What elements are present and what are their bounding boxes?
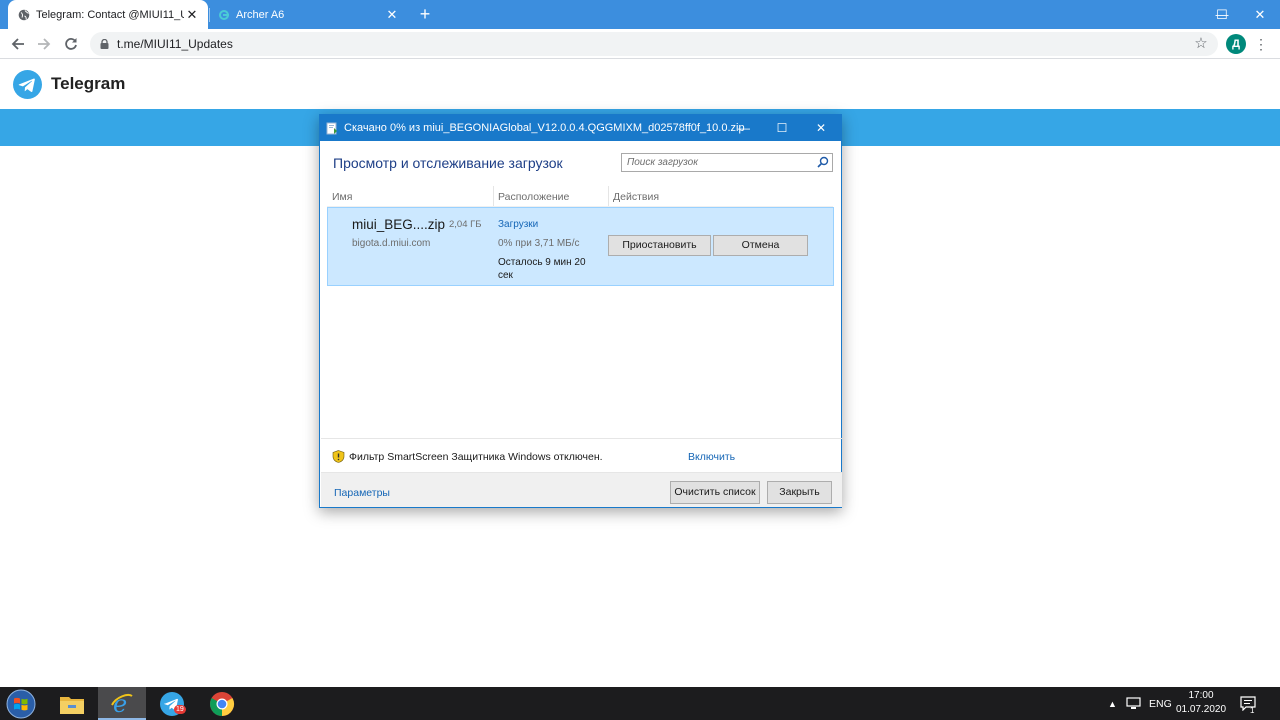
clock-date: 01.07.2020 bbox=[1175, 704, 1227, 715]
column-header-location[interactable]: Расположение bbox=[493, 186, 608, 208]
tplink-icon bbox=[218, 9, 230, 21]
smartscreen-divider bbox=[321, 438, 842, 439]
search-placeholder: Поиск загрузок bbox=[627, 157, 698, 168]
dialog-minimize-button[interactable]: — bbox=[725, 115, 763, 141]
shield-warning-icon bbox=[332, 450, 345, 463]
clear-list-button[interactable]: Очистить список bbox=[670, 481, 760, 504]
dialog-close-button[interactable]: ✕ bbox=[802, 115, 840, 141]
telegram-header: Telegram bbox=[0, 60, 1280, 108]
language-indicator[interactable]: ENG bbox=[1149, 687, 1172, 720]
internet-explorer-icon: e bbox=[111, 690, 133, 716]
tab-title: Archer A6 bbox=[236, 8, 285, 21]
forward-arrow-icon bbox=[38, 38, 51, 50]
windows-taskbar: e 19 ▲ ENG 17:00 01.07.2020 1 bbox=[0, 687, 1280, 720]
browser-toolbar: t.me/MIUI11_Updates ☆ Д ⋮ bbox=[0, 29, 1280, 59]
file-size: 2,04 ГБ bbox=[449, 219, 482, 230]
pause-button[interactable]: Приостановить bbox=[608, 235, 711, 256]
downloads-folder-link[interactable]: Загрузки bbox=[498, 219, 538, 230]
reload-icon bbox=[65, 38, 77, 50]
telegram-logo-icon[interactable] bbox=[13, 70, 42, 99]
options-link[interactable]: Параметры bbox=[334, 487, 390, 499]
back-arrow-icon bbox=[11, 38, 24, 50]
taskbar-telegram[interactable]: 19 bbox=[148, 687, 196, 720]
taskbar-internet-explorer[interactable]: e bbox=[98, 687, 146, 720]
download-progress: 0% при 3,71 МБ/с bbox=[498, 238, 580, 249]
taskbar-chrome[interactable] bbox=[198, 687, 246, 720]
column-header-actions[interactable]: Действия bbox=[608, 186, 833, 208]
globe-icon bbox=[18, 9, 30, 21]
search-icon[interactable] bbox=[817, 156, 829, 168]
show-hidden-icons-button[interactable]: ▲ bbox=[1108, 687, 1117, 720]
tab-archer[interactable]: Archer A6 ✕ bbox=[212, 0, 408, 29]
close-tab-icon[interactable]: ✕ bbox=[384, 7, 400, 23]
forward-button[interactable] bbox=[32, 32, 56, 56]
tab-strip: Telegram: Contact @MIUI11_Upd ✕ Archer A… bbox=[0, 0, 1280, 29]
file-name: miui_BEG....zip bbox=[352, 217, 446, 232]
file-source: bigota.d.miui.com bbox=[352, 238, 431, 249]
tab-title: Telegram: Contact @MIUI11_Upd bbox=[36, 8, 184, 21]
tab-divider bbox=[209, 8, 210, 22]
time-remaining: Осталось 9 мин 20 сек bbox=[498, 257, 586, 281]
close-button[interactable]: Закрыть bbox=[767, 481, 832, 504]
reload-button[interactable] bbox=[59, 32, 83, 56]
lock-icon bbox=[100, 39, 109, 49]
column-header-name[interactable]: Имя bbox=[327, 186, 493, 208]
close-tab-icon[interactable]: ✕ bbox=[184, 7, 200, 23]
enable-smartscreen-link[interactable]: Включить bbox=[688, 451, 735, 463]
download-window-icon bbox=[326, 122, 337, 134]
taskbar-clock[interactable]: 17:00 01.07.2020 bbox=[1170, 689, 1232, 717]
close-window-button[interactable]: ✕ bbox=[1241, 0, 1279, 29]
search-downloads-input[interactable]: Поиск загрузок bbox=[621, 153, 833, 172]
dialog-footer: Параметры Очистить список Закрыть bbox=[321, 472, 842, 507]
profile-avatar[interactable]: Д bbox=[1226, 34, 1246, 54]
menu-kebab-icon[interactable]: ⋮ bbox=[1254, 34, 1268, 54]
site-name[interactable]: Telegram bbox=[51, 74, 125, 94]
telegram-unread-badge: 19 bbox=[174, 705, 186, 714]
clock-time: 17:00 bbox=[1188, 690, 1214, 701]
back-button[interactable] bbox=[6, 32, 30, 56]
download-row[interactable]: miui_BEG....zip 2,04 ГБ bigota.d.miui.co… bbox=[327, 207, 834, 286]
cancel-button[interactable]: Отмена bbox=[713, 235, 808, 256]
notification-count: 1 bbox=[1250, 706, 1255, 715]
network-icon[interactable] bbox=[1126, 687, 1141, 720]
start-button-icon[interactable] bbox=[6, 689, 36, 719]
folder-icon bbox=[60, 696, 84, 714]
taskbar-explorer[interactable] bbox=[48, 687, 96, 720]
chrome-icon bbox=[210, 691, 235, 716]
action-center-icon[interactable]: 1 bbox=[1240, 687, 1256, 720]
download-manager-dialog: Скачано 0% из miui_BEGONIAGlobal_V12.0.0… bbox=[319, 114, 842, 508]
bookmark-star-icon[interactable]: ☆ bbox=[1192, 35, 1210, 53]
dialog-heading: Просмотр и отслеживание загрузок bbox=[333, 155, 563, 171]
dialog-title: Скачано 0% из miui_BEGONIAGlobal_V12.0.0… bbox=[344, 122, 745, 134]
svg-text:e: e bbox=[113, 690, 127, 716]
maximize-button[interactable]: ☐ bbox=[1203, 0, 1241, 29]
tab-telegram[interactable]: Telegram: Contact @MIUI11_Upd ✕ bbox=[8, 0, 208, 29]
url-text: t.me/MIUI11_Updates bbox=[117, 37, 233, 51]
smartscreen-status: Фильтр SmartScreen Защитника Windows отк… bbox=[349, 451, 603, 463]
dialog-maximize-button[interactable]: ☐ bbox=[763, 115, 801, 141]
address-bar[interactable]: t.me/MIUI11_Updates bbox=[90, 32, 1218, 56]
new-tab-button[interactable]: + bbox=[414, 3, 436, 25]
